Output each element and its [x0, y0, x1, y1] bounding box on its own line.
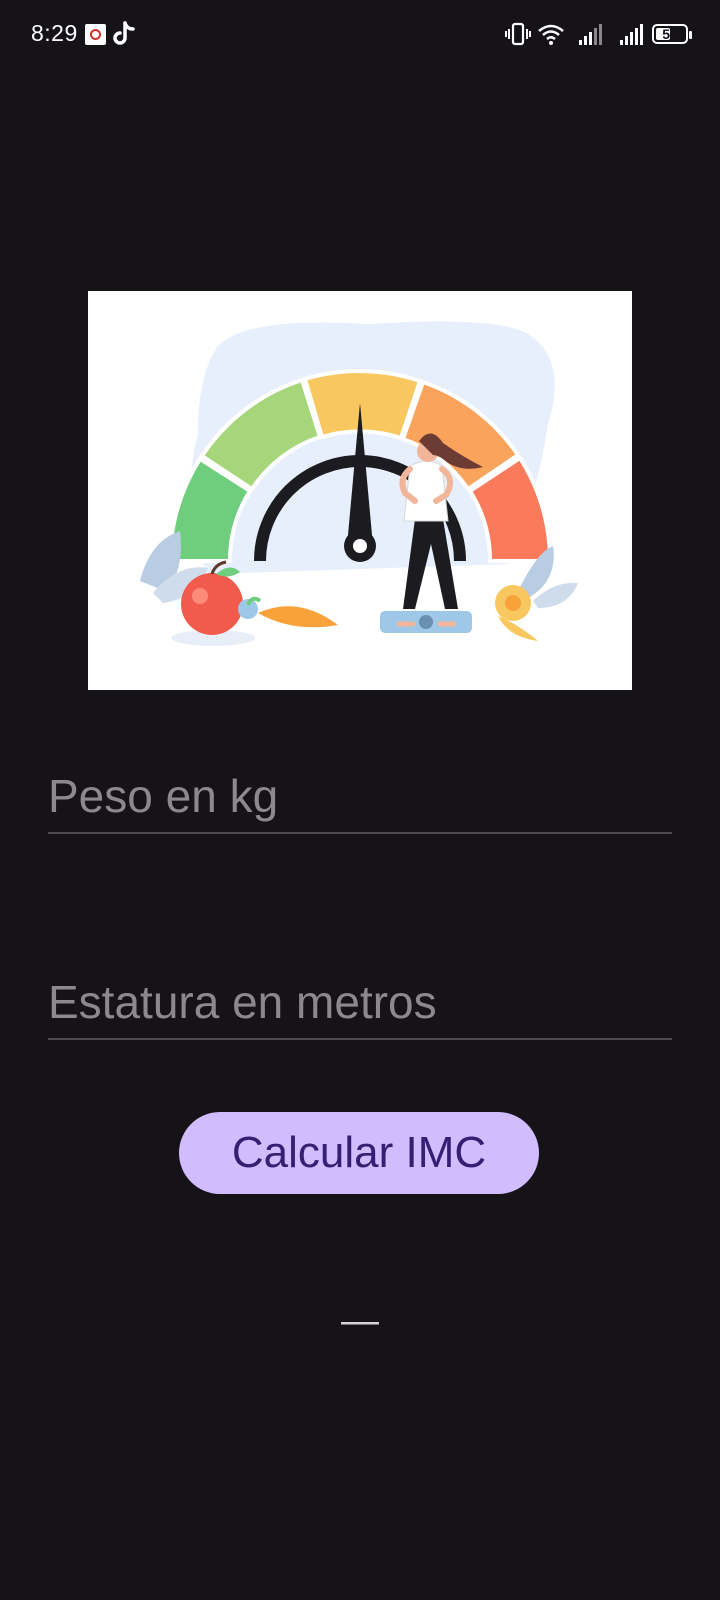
bmi-gauge-illustration: [140, 321, 578, 646]
result-text: —: [341, 1300, 379, 1342]
bmi-illustration: [88, 291, 632, 690]
peso-field[interactable]: [48, 762, 672, 834]
signal-icon: [620, 24, 643, 45]
signal-icon: [579, 24, 602, 45]
calcular-imc-button[interactable]: Calcular IMC: [179, 1112, 539, 1194]
status-bar: 8:29 57: [0, 0, 720, 70]
battery-level: 57: [662, 26, 678, 42]
wifi-icon: [538, 24, 564, 45]
battery-icon: 57: [652, 24, 692, 44]
status-time: 8:29: [31, 20, 78, 46]
peso-input[interactable]: [48, 766, 668, 826]
tiktok-icon: [113, 21, 135, 45]
vibrate-icon: [505, 22, 531, 46]
app-notification-icon: [85, 24, 106, 45]
gauge-segment-yellow: [302, 369, 423, 441]
estatura-input[interactable]: [48, 972, 668, 1032]
estatura-field[interactable]: [48, 968, 672, 1040]
